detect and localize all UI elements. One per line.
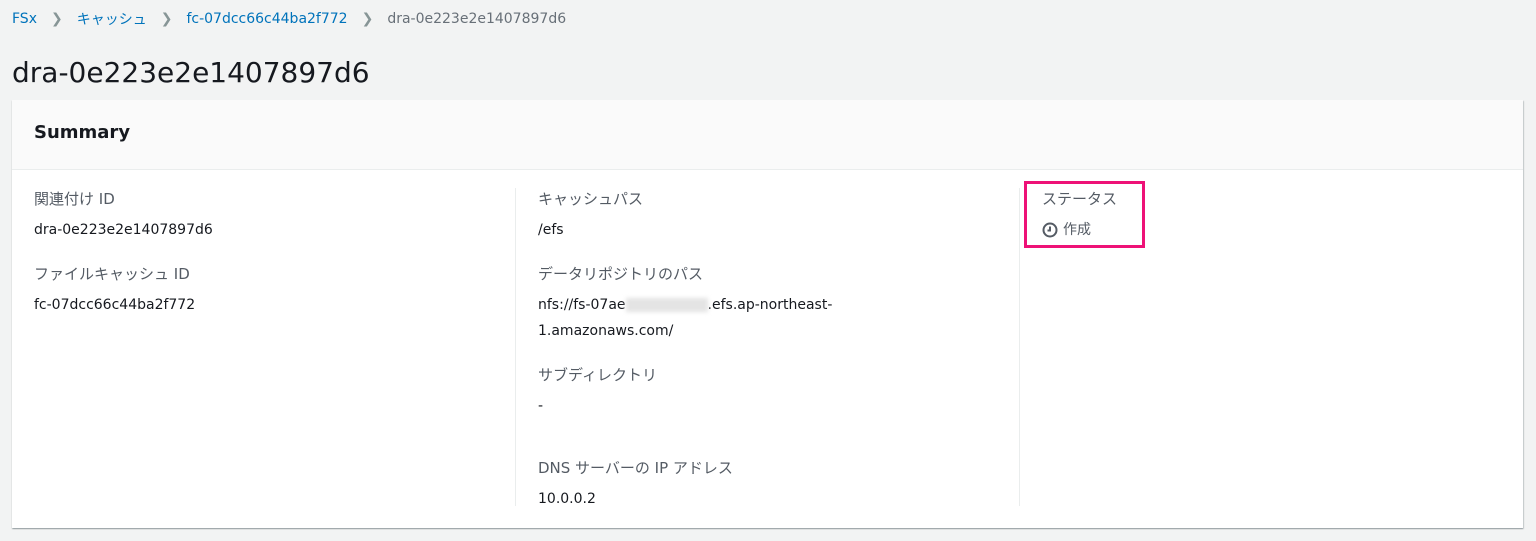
summary-column-2: キャッシュパス /efs データリポジトリのパス nfs://fs-07ae .e… (538, 188, 898, 532)
chevron-right-icon: ❯ (361, 11, 374, 27)
repo-path-line2: 1.amazonaws.com/ (538, 323, 674, 339)
column-divider (1019, 188, 1020, 506)
chevron-right-icon: ❯ (50, 11, 63, 27)
breadcrumb: FSx ❯ キャッシュ ❯ fc-07dcc66c44ba2f772 ❯ dra… (12, 9, 566, 29)
repo-path-value: nfs://fs-07ae .efs.ap-northeast- 1.amazona… (538, 292, 898, 344)
repo-path-suffix: .efs.ap-northeast- (707, 297, 833, 313)
file-cache-id-value: fc-07dcc66c44ba2f772 (34, 297, 196, 313)
repo-path-prefix: nfs://fs-07ae (538, 297, 626, 313)
summary-panel: Summary 関連付け ID dra-0e223e2e1407897d6 ファ… (12, 100, 1523, 528)
breadcrumb-file-cache[interactable]: fc-07dcc66c44ba2f772 (186, 11, 347, 27)
summary-title: Summary (12, 100, 1523, 170)
subdirectory-label: サブディレクトリ (538, 366, 657, 384)
association-id-label: 関連付け ID (34, 190, 115, 208)
association-id-value: dra-0e223e2e1407897d6 (34, 222, 213, 238)
dns-ip-value: 10.0.0.2 (538, 491, 596, 507)
breadcrumb-cache[interactable]: キャッシュ (77, 9, 147, 29)
cache-path-label: キャッシュパス (538, 190, 644, 208)
cache-path-value: /efs (538, 222, 564, 238)
dns-ip-label: DNS サーバーの IP アドレス (538, 459, 733, 477)
subdirectory-value: - (538, 398, 544, 414)
status-highlight-box (1024, 181, 1145, 248)
page-title: dra-0e223e2e1407897d6 (12, 56, 370, 89)
breadcrumb-fsx[interactable]: FSx (12, 11, 37, 27)
breadcrumb-current: dra-0e223e2e1407897d6 (387, 11, 567, 27)
summary-column-1: 関連付け ID dra-0e223e2e1407897d6 ファイルキャッシュ … (34, 188, 213, 338)
column-divider (515, 188, 516, 506)
repo-path-label: データリポジトリのパス (538, 265, 704, 283)
chevron-right-icon: ❯ (160, 11, 173, 27)
file-cache-id-label: ファイルキャッシュ ID (34, 265, 190, 283)
redacted-text (625, 298, 708, 312)
